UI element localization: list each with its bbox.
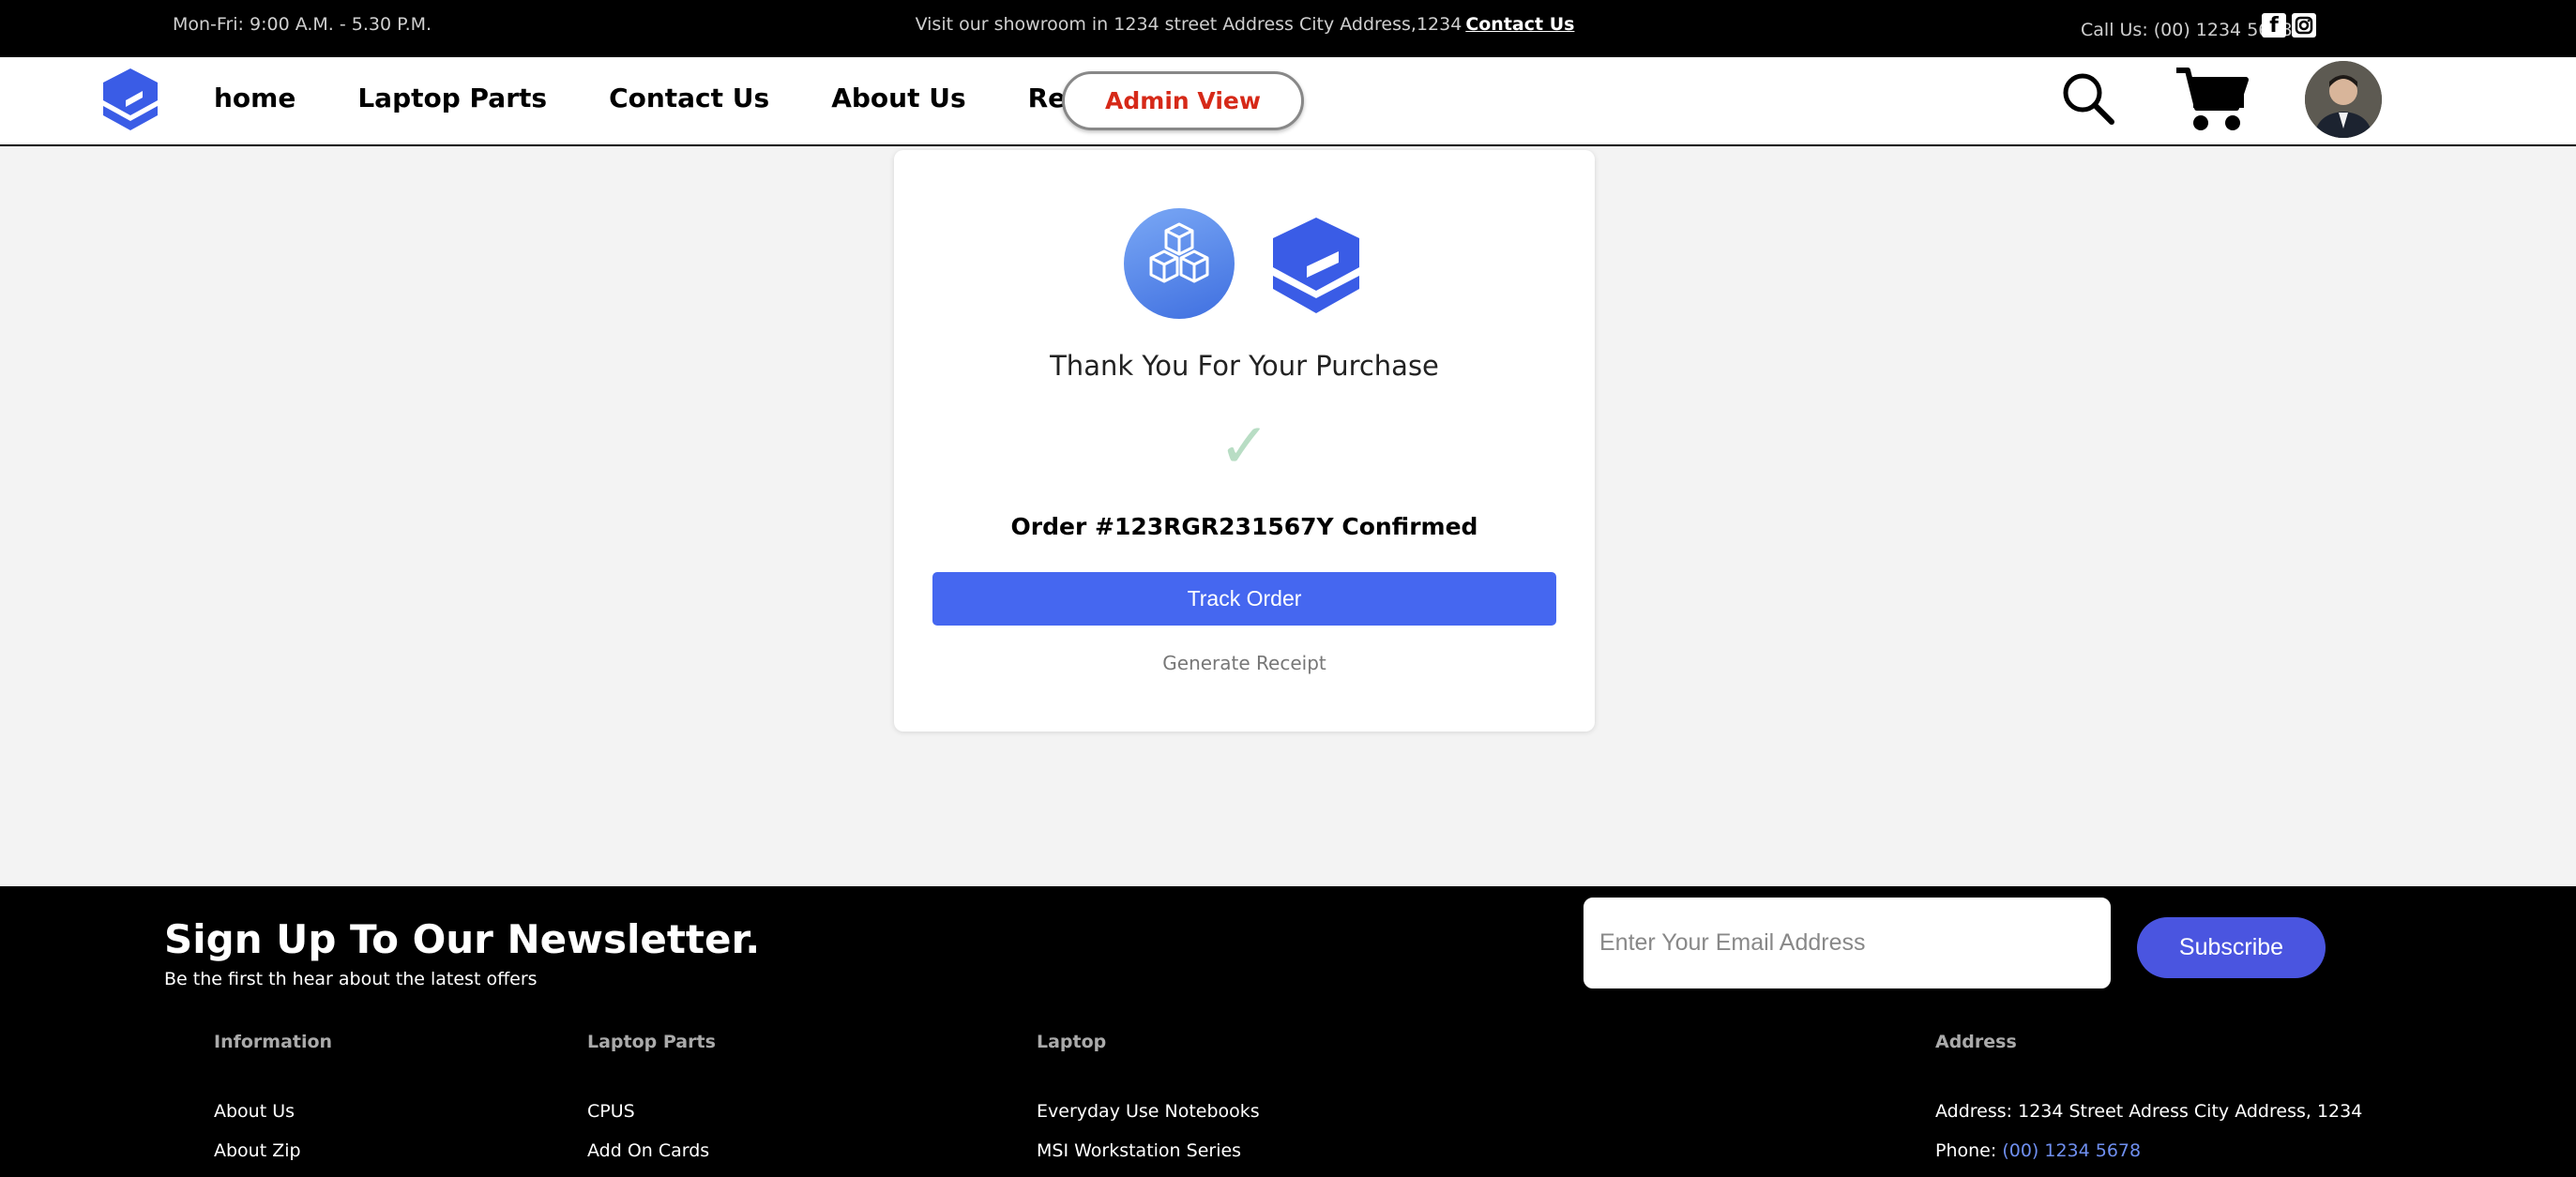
subscribe-button[interactable]: Subscribe	[2137, 917, 2326, 978]
nav-links: home Laptop Parts Contact Us About Us Re…	[214, 83, 1202, 113]
call-us-text: Call Us: (00) 1234 5678	[2081, 20, 2293, 40]
order-confirmed-text: Order #123RGR231567Y Confirmed	[1010, 513, 1478, 540]
footer-link-cpus[interactable]: CPUS	[587, 1101, 716, 1122]
footer-column-laptop-parts: Laptop Parts CPUS Add On Cards	[587, 1032, 716, 1177]
nav-laptop-parts[interactable]: Laptop Parts	[357, 83, 547, 113]
track-order-button[interactable]: Track Order	[932, 572, 1556, 626]
footer-column-heading: Information	[214, 1032, 333, 1052]
brand-logo-icon	[1273, 218, 1359, 313]
footer-column-information: Information About Us About Zip	[214, 1032, 332, 1177]
generate-receipt-link[interactable]: Generate Receipt	[894, 652, 1595, 674]
order-confirmation-card: Thank You For Your Purchase ✓ Order #123…	[894, 150, 1595, 732]
nav-home[interactable]: home	[214, 83, 295, 113]
site-footer: Sign Up To Our Newsletter. Be the first …	[0, 886, 2576, 1177]
thank-you-heading: Thank You For Your Purchase	[1050, 350, 1439, 382]
top-info-bar: Mon-Fri: 9:00 A.M. - 5.30 P.M. Visit our…	[0, 0, 2576, 57]
contact-us-link[interactable]: Contact Us	[1465, 14, 1574, 35]
user-avatar[interactable]	[2305, 61, 2382, 138]
footer-address: Address: 1234 Street Adress City Address…	[1935, 1101, 2363, 1122]
phone-link[interactable]: (00) 1234 5678	[2002, 1140, 2141, 1161]
footer-link-add-on-cards[interactable]: Add On Cards	[587, 1140, 716, 1161]
footer-column-heading: Laptop	[1037, 1032, 1107, 1052]
brand-logo-icon[interactable]	[101, 67, 159, 136]
footer-column-laptop: Laptop Everyday Use Notebooks MSI Workst…	[1037, 1032, 1260, 1177]
phone-label: Phone:	[1935, 1140, 1997, 1161]
boxes-icon	[1124, 208, 1235, 319]
check-icon: ✓	[1218, 411, 1271, 480]
footer-link-msi-workstation[interactable]: MSI Workstation Series	[1037, 1140, 1260, 1161]
footer-column-address: Address Address: 1234 Street Adress City…	[1935, 1032, 2362, 1177]
footer-column-heading: Address	[1935, 1032, 2017, 1052]
footer-column-heading: Laptop Parts	[587, 1032, 716, 1052]
nav-contact-us[interactable]: Contact Us	[609, 83, 769, 113]
nav-about-us[interactable]: About Us	[831, 83, 965, 113]
footer-link-everyday-notebooks[interactable]: Everyday Use Notebooks	[1037, 1101, 1260, 1122]
cart-icon[interactable]	[2174, 65, 2250, 136]
main-nav: home Laptop Parts Contact Us About Us Re…	[0, 57, 2576, 146]
newsletter-subtitle: Be the first th hear about the latest of…	[164, 969, 538, 989]
facebook-icon[interactable]: f	[2262, 13, 2286, 38]
email-input[interactable]	[1583, 898, 2111, 988]
showroom-text: Visit our showroom in 1234 street Addres…	[915, 14, 1462, 35]
newsletter-title: Sign Up To Our Newsletter.	[164, 916, 761, 962]
search-icon[interactable]	[2060, 70, 2116, 127]
footer-link-about-us[interactable]: About Us	[214, 1101, 332, 1122]
instagram-icon[interactable]	[2292, 13, 2316, 38]
footer-link-about-zip[interactable]: About Zip	[214, 1140, 332, 1161]
footer-phone: Phone: (00) 1234 5678	[1935, 1140, 2362, 1161]
admin-view-button[interactable]: Admin View	[1062, 71, 1304, 130]
